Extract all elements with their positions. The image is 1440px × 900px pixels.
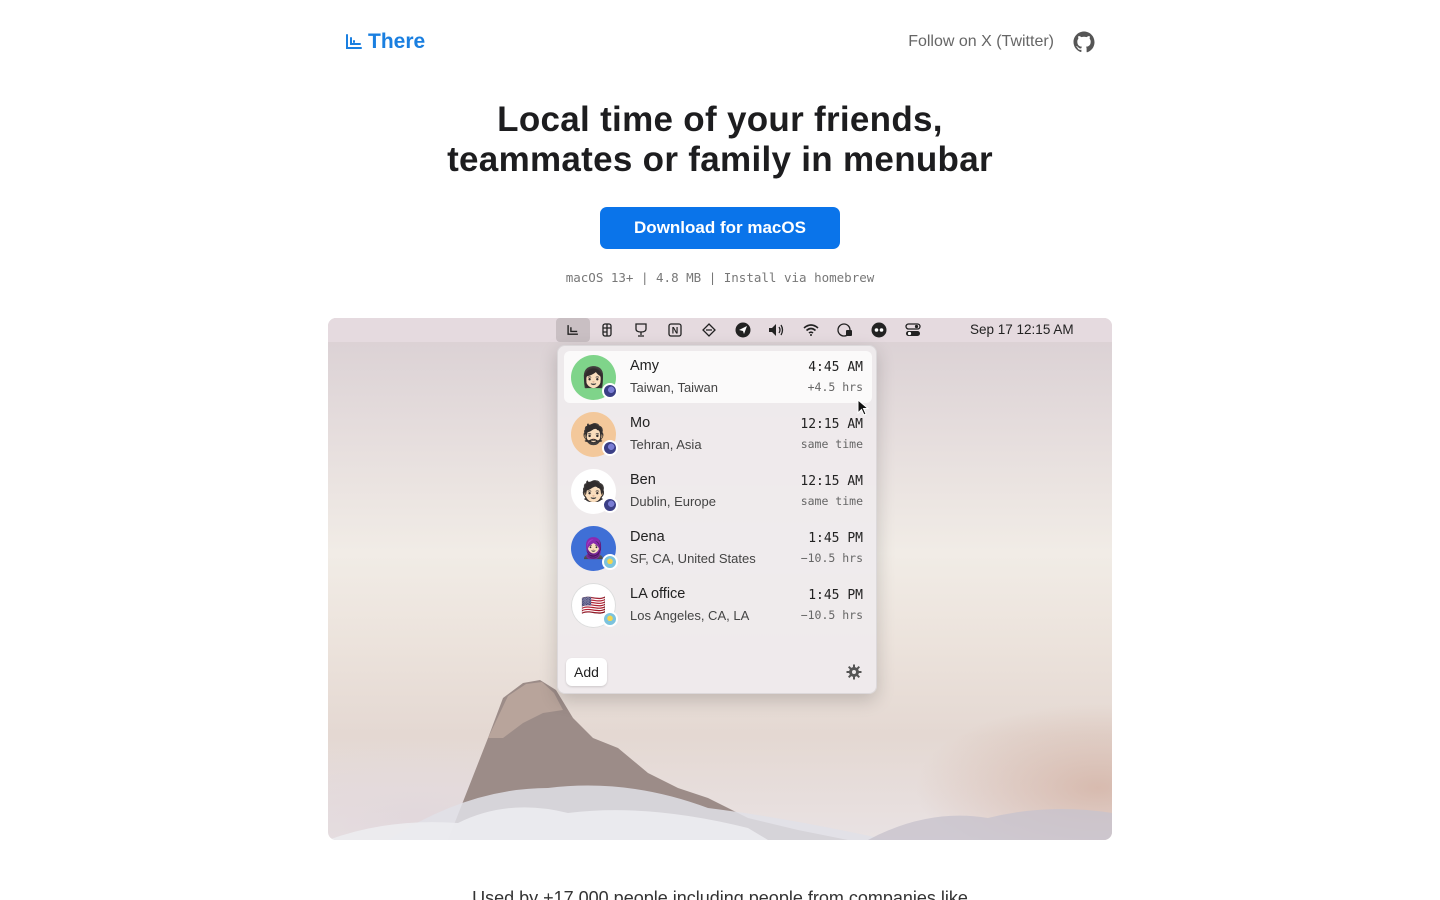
svg-text:N: N: [672, 326, 679, 336]
person-location: Dublin, Europe: [630, 494, 716, 509]
person-time-diff: +4.5 hrs: [807, 380, 863, 394]
install-meta: macOS 13+ | 4.8 MB | Install via homebre…: [565, 270, 875, 285]
there-popover: 👩🏻 Amy Taiwan, Taiwan 4:45 AM +4.5 hrs 🧔…: [557, 345, 877, 694]
logo[interactable]: There: [328, 30, 425, 54]
person-time: 12:15 AM: [800, 474, 863, 489]
person-name: LA office: [630, 586, 686, 602]
person-row[interactable]: 🧔🏻 Mo Tehran, Asia 12:15 AM same time: [564, 408, 872, 460]
person-time-diff: −10.5 hrs: [800, 551, 863, 565]
location-icon[interactable]: [726, 318, 760, 342]
person-time-diff: −10.5 hrs: [800, 608, 863, 622]
mac-menubar: N Sep 17 12:15 AM: [328, 318, 1112, 342]
wifi-icon[interactable]: [794, 318, 828, 342]
trophy-icon[interactable]: [624, 318, 658, 342]
add-button[interactable]: Add: [566, 658, 607, 686]
person-location: Taiwan, Taiwan: [630, 380, 718, 395]
night-badge-icon: [602, 440, 618, 456]
top-nav: There Follow on X (Twitter): [328, 22, 1112, 62]
notion-icon[interactable]: N: [658, 318, 692, 342]
person-time: 4:45 AM: [808, 360, 863, 375]
there-logo-icon: [346, 34, 362, 49]
figma-icon[interactable]: [590, 318, 624, 342]
person-row[interactable]: 👩🏻 Amy Taiwan, Taiwan 4:45 AM +4.5 hrs: [564, 351, 872, 403]
person-row[interactable]: 🧑🏻 Ben Dublin, Europe 12:15 AM same time: [564, 465, 872, 517]
person-time: 1:45 PM: [808, 531, 863, 546]
person-location: Tehran, Asia: [630, 437, 702, 452]
app-screenshot: N Sep 17 12:15 AM 👩🏻 Amy Taiwan, Taiwan …: [328, 318, 1112, 840]
github-icon[interactable]: [1072, 30, 1096, 54]
control-center-icon[interactable]: [896, 318, 930, 342]
night-badge-icon: [602, 497, 618, 513]
hero-title: Local time of your friends, teammates or…: [0, 100, 1440, 180]
focus-icon[interactable]: [862, 318, 896, 342]
volume-icon[interactable]: [760, 318, 794, 342]
day-badge-icon: [602, 611, 618, 627]
person-location: Los Angeles, CA, LA: [630, 608, 750, 623]
person-location: SF, CA, United States: [630, 551, 756, 566]
gear-icon[interactable]: [846, 664, 862, 680]
mouse-cursor-icon: [857, 399, 869, 416]
lock-icon[interactable]: [828, 318, 862, 342]
hero-title-line1: Local time of your friends,: [497, 100, 943, 139]
person-time: 1:45 PM: [808, 588, 863, 603]
day-badge-icon: [602, 554, 618, 570]
sync-icon[interactable]: [692, 318, 726, 342]
person-name: Amy: [630, 358, 659, 374]
person-time-diff: same time: [800, 437, 863, 451]
usage-text: Used by +17,000 people including people …: [472, 888, 968, 900]
person-row[interactable]: 🧕🏻 Dena SF, CA, United States 1:45 PM −1…: [564, 522, 872, 574]
night-badge-icon: [602, 383, 618, 399]
follow-twitter-link[interactable]: Follow on X (Twitter): [908, 33, 1054, 51]
person-row[interactable]: 🇺🇸 LA office Los Angeles, CA, LA 1:45 PM…: [564, 579, 872, 631]
menubar-clock[interactable]: Sep 17 12:15 AM: [970, 322, 1074, 337]
logo-text: There: [368, 30, 426, 53]
there-menubar-icon[interactable]: [556, 318, 590, 342]
person-time-diff: same time: [800, 494, 863, 508]
download-button[interactable]: Download for macOS: [600, 207, 840, 249]
person-time: 12:15 AM: [800, 417, 863, 432]
person-name: Mo: [630, 415, 651, 431]
person-name: Ben: [630, 472, 656, 488]
hero-title-line2: teammates or family in menubar: [447, 140, 993, 179]
person-name: Dena: [630, 529, 665, 545]
